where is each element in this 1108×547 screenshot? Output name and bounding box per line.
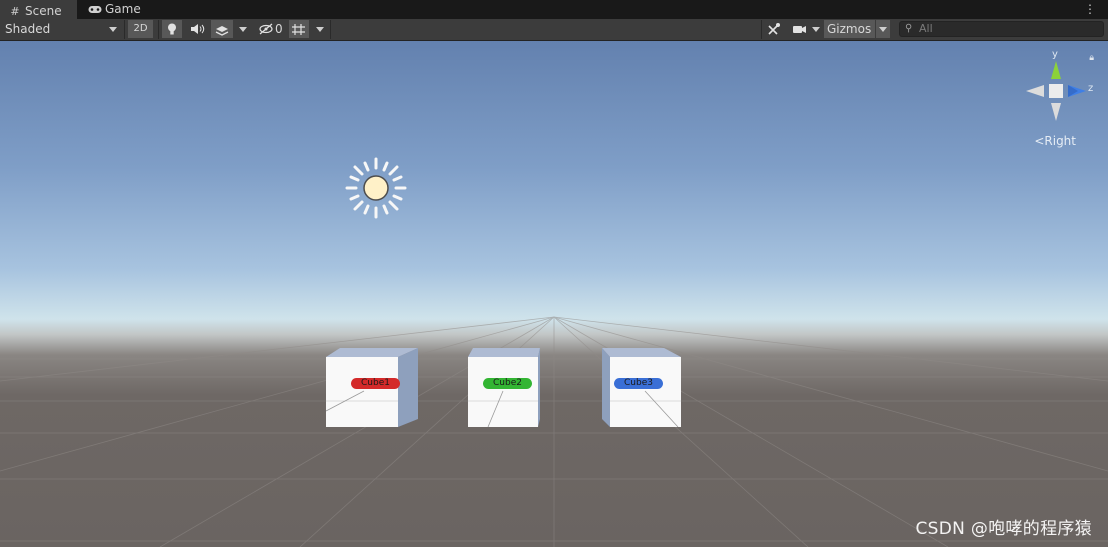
- camera-icon: [793, 26, 806, 33]
- scene-grid: [0, 61, 1108, 547]
- grid-dropdown[interactable]: [312, 20, 328, 38]
- gizmo-z-axis-label: z: [1088, 83, 1094, 94]
- lightbulb-icon: [168, 23, 176, 35]
- toggle-2d-label: 2D: [133, 23, 148, 34]
- gizmos-label: Gizmos: [827, 22, 872, 36]
- tools-button[interactable]: [765, 20, 785, 38]
- grid-toggle-button[interactable]: [289, 20, 309, 38]
- tab-scene-label: Scene: [25, 4, 62, 18]
- scene-viewport[interactable]: Cube1 Cube2 Cube3 y z 🔒︎ <Right CSDN @咆哮…: [0, 41, 1108, 547]
- chevron-down-icon: [109, 27, 117, 32]
- gamepad-icon: [88, 0, 102, 19]
- draw-mode-dropdown[interactable]: Shaded: [0, 20, 122, 38]
- chevron-down-icon: [239, 27, 247, 32]
- grid-icon: [292, 24, 305, 35]
- draw-mode-value: Shaded: [5, 22, 51, 36]
- search-placeholder: All: [919, 22, 933, 35]
- watermark-text: CSDN @咆哮的程序猿: [915, 519, 1092, 539]
- effects-dropdown[interactable]: [234, 20, 252, 38]
- orientation-gizmo[interactable]: [1026, 61, 1086, 121]
- directional-light-icon[interactable]: [345, 157, 407, 219]
- chevron-left-icon: <: [1034, 134, 1045, 148]
- hidden-eye-icon: [259, 23, 273, 35]
- chevron-down-icon: [316, 27, 324, 32]
- gizmos-button[interactable]: Gizmos: [824, 20, 875, 38]
- kebab-menu-icon[interactable]: ⋮: [1084, 1, 1096, 17]
- tab-game-label: Game: [105, 2, 141, 16]
- search-icon: ⚲: [905, 23, 913, 34]
- lock-icon[interactable]: 🔒︎: [1089, 53, 1094, 63]
- hidden-count: 0: [275, 22, 283, 36]
- scene-visibility-toggle[interactable]: 0: [255, 20, 287, 38]
- cube2-label[interactable]: Cube2: [483, 378, 532, 389]
- tools-icon: [768, 23, 780, 35]
- audio-toggle-button[interactable]: [186, 20, 208, 38]
- effects-toggle-button[interactable]: [211, 20, 233, 38]
- speaker-icon: [191, 24, 205, 34]
- search-input[interactable]: ⚲ All: [899, 21, 1104, 37]
- tab-scene[interactable]: # Scene: [0, 0, 77, 19]
- cube3-label[interactable]: Cube3: [614, 378, 663, 389]
- gizmos-dropdown[interactable]: [876, 20, 890, 38]
- view-orientation-label[interactable]: <Right: [1034, 134, 1076, 148]
- tab-game[interactable]: Game: [80, 0, 147, 19]
- scene-toolbar: Shaded 2D 0 Gizmos ⚲ All: [0, 19, 1108, 41]
- chevron-down-icon: [879, 27, 887, 32]
- layers-icon: [215, 26, 229, 36]
- chevron-down-icon: [812, 27, 820, 32]
- cube1-label[interactable]: Cube1: [351, 378, 400, 389]
- toggle-2d-button[interactable]: 2D: [128, 20, 153, 38]
- tab-bar: # Scene Game ⋮: [0, 0, 1108, 19]
- camera-settings-button[interactable]: [789, 20, 823, 38]
- gizmo-y-axis-label: y: [1052, 49, 1058, 60]
- lighting-toggle-button[interactable]: [162, 20, 182, 38]
